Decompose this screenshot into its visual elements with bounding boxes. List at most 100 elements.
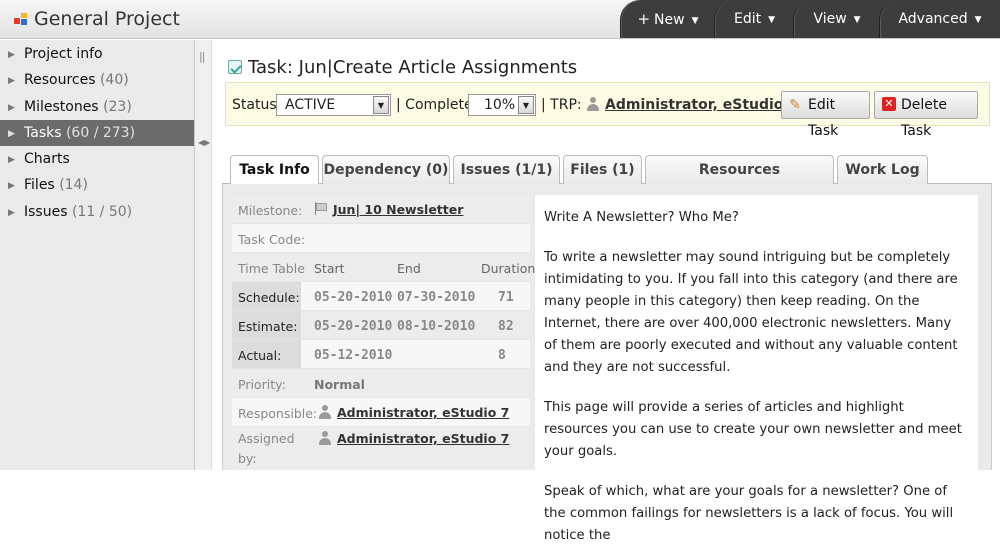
page-title: Task: Jun|Create Article Assignments <box>228 57 577 78</box>
table-row: Time Table Start End Duration <box>232 253 535 282</box>
triangle-right-icon: ▶ <box>8 128 15 139</box>
task-title-text: Task: Jun|Create Article Assignments <box>248 57 578 78</box>
estimate-start: 05-20-2010 <box>314 319 393 334</box>
top-bar: General Project + New ▼ Edit ▼ View ▼ Advanc… <box>0 0 1000 39</box>
milestone-link[interactable]: Jun| 10 Newsletter <box>333 202 463 217</box>
complete-select[interactable]: 10% ▼ <box>468 94 536 116</box>
priority-value: Normal <box>314 377 365 392</box>
triangle-right-icon: ▶ <box>8 50 15 60</box>
nav-new-label: New <box>654 12 685 28</box>
responsible-label: Responsible: <box>238 406 318 421</box>
description-paragraph: This page will provide a series of artic… <box>544 400 962 459</box>
sidebar-item-issues[interactable]: ▶ Issues (11 / 50) <box>0 199 194 225</box>
description-paragraph: To write a newsletter may sound intrigui… <box>544 250 958 375</box>
triangle-right-icon: ▶ <box>8 102 15 113</box>
table-row: Schedule: 05-20-2010 07-30-2010 71 <box>232 282 530 311</box>
schedule-duration: 71 <box>498 290 514 305</box>
assigned-label: Assigned <box>238 431 295 446</box>
milestone-value[interactable]: Jun| 10 Newsletter <box>315 202 463 217</box>
sidebar-item-label: Issues <box>24 203 68 220</box>
description-paragraph: Speak of which, what are your goals for … <box>544 484 954 543</box>
assigned-label-2: by: <box>238 451 257 466</box>
nav-edit-menu[interactable]: Edit ▼ <box>714 0 794 38</box>
tab-work-log[interactable]: Work Log <box>837 155 928 184</box>
sidebar-item-count: (40) <box>99 72 129 89</box>
table-row: Milestone: Jun| 10 Newsletter <box>232 195 530 224</box>
user-icon <box>586 97 600 111</box>
trp-user[interactable]: Administrator, eStudio 7 <box>586 97 798 113</box>
milestone-label: Milestone: <box>238 203 303 218</box>
actual-duration: 8 <box>498 348 506 363</box>
nav-view-menu[interactable]: View ▼ <box>793 0 880 38</box>
nav-edit-label: Edit <box>733 11 762 27</box>
caret-down-icon: ▼ <box>853 15 861 25</box>
app-title: General Project <box>34 8 180 30</box>
task-code-label: Task Code: <box>238 232 306 247</box>
assigned-link[interactable]: Administrator, eStudio 7 <box>337 431 509 446</box>
collapse-toggle-icon[interactable]: ◀▶ <box>198 138 210 147</box>
time-table-label: Time Table <box>238 261 305 276</box>
table-row: Actual: 05-12-2010 8 <box>232 340 530 369</box>
nav-advanced-menu[interactable]: Advanced ▼ <box>879 0 1000 38</box>
tab-dependency[interactable]: Dependency (0) <box>322 155 450 184</box>
main-nav: + New ▼ Edit ▼ View ▼ Advanced ▼ <box>620 0 1000 38</box>
assigned-value[interactable]: Administrator, eStudio 7 <box>318 431 509 446</box>
sidebar-item-charts[interactable]: ▶ Charts <box>0 146 194 172</box>
nav-view-label: View <box>813 11 847 27</box>
sidebar-item-label: Project info <box>24 46 103 62</box>
caret-down-icon: ▼ <box>768 15 776 25</box>
table-row: Priority: Normal <box>232 369 530 398</box>
app-logo-icon <box>14 13 28 25</box>
task-icon <box>228 60 242 74</box>
table-row: Task Code: <box>232 224 530 253</box>
estimate-end: 08-10-2010 <box>397 319 476 334</box>
tab-issues[interactable]: Issues (1/1) <box>453 155 560 184</box>
table-row: Assigned by: Administrator, eStudio 7 <box>232 427 530 470</box>
delete-task-button[interactable]: ✕ Delete Task <box>874 91 978 139</box>
caret-down-icon: ▼ <box>691 16 699 26</box>
sidebar-splitter[interactable]: || ◀▶ <box>195 40 212 470</box>
sidebar: ▶ Project info ▶ Resources (40) ▶ Milestone… <box>0 40 195 470</box>
sidebar-item-resources[interactable]: ▶ Resources (40) <box>0 67 194 93</box>
tab-files[interactable]: Files (1) <box>563 155 642 184</box>
sidebar-item-count: (23) <box>103 98 132 115</box>
grip-icon: || <box>199 50 206 63</box>
schedule-end: 07-30-2010 <box>397 290 476 305</box>
complete-select-value: 10% <box>484 97 516 113</box>
caret-down-icon: ▼ <box>974 15 982 25</box>
plus-icon: + <box>637 10 651 28</box>
end-header: End <box>397 261 421 276</box>
status-select[interactable]: ACTIVE ▼ <box>276 94 391 116</box>
sidebar-item-files[interactable]: ▶ Files (14) <box>0 172 194 198</box>
task-status-bar: Status: ACTIVE ▼ | Complete: 10% ▼ | TRP: … <box>225 82 990 139</box>
estimate-label: Estimate: <box>238 319 298 334</box>
sidebar-item-milestones[interactable]: ▶ Milestones (23) <box>0 94 194 120</box>
edit-task-button[interactable]: ✎ Edit Task <box>781 91 870 139</box>
user-icon <box>318 431 332 445</box>
estimate-duration: 82 <box>498 319 514 334</box>
table-row: Responsible: Administrator, eStudio 7 <box>232 398 530 427</box>
priority-label: Priority: <box>238 377 286 392</box>
responsible-link[interactable]: Administrator, eStudio 7 <box>337 405 509 420</box>
sidebar-item-label: Milestones <box>24 98 99 115</box>
schedule-start: 05-20-2010 <box>314 290 393 305</box>
triangle-right-icon: ▶ <box>8 181 15 192</box>
duration-header: Duration <box>481 261 536 276</box>
tab-resources[interactable]: Resources (14.00/90.00) <box>645 155 834 206</box>
tab-task-info[interactable]: Task Info <box>230 155 319 185</box>
sidebar-item-label: Files <box>24 177 55 194</box>
nav-new-menu[interactable]: + New ▼ <box>620 0 715 38</box>
flag-icon <box>315 202 327 215</box>
triangle-right-icon: ▶ <box>8 155 15 166</box>
trp-user-link[interactable]: Administrator, eStudio 7 <box>605 97 798 113</box>
task-description: Write A Newsletter? Who Me? To write a n… <box>535 195 978 543</box>
responsible-value[interactable]: Administrator, eStudio 7 <box>318 405 509 420</box>
status-label: Status: <box>232 97 282 113</box>
sidebar-item-project-info[interactable]: ▶ Project info <box>0 41 194 67</box>
task-tabs: Task Info Dependency (0) Issues (1/1) Fi… <box>222 154 992 206</box>
triangle-right-icon: ▶ <box>8 207 15 218</box>
sidebar-item-tasks[interactable]: ▶ Tasks (60 / 273) <box>0 119 194 147</box>
task-info-table: Milestone: Jun| 10 Newsletter Task Code:… <box>232 195 535 470</box>
sidebar-item-label: Charts <box>24 151 70 168</box>
status-select-value: ACTIVE <box>285 97 336 113</box>
